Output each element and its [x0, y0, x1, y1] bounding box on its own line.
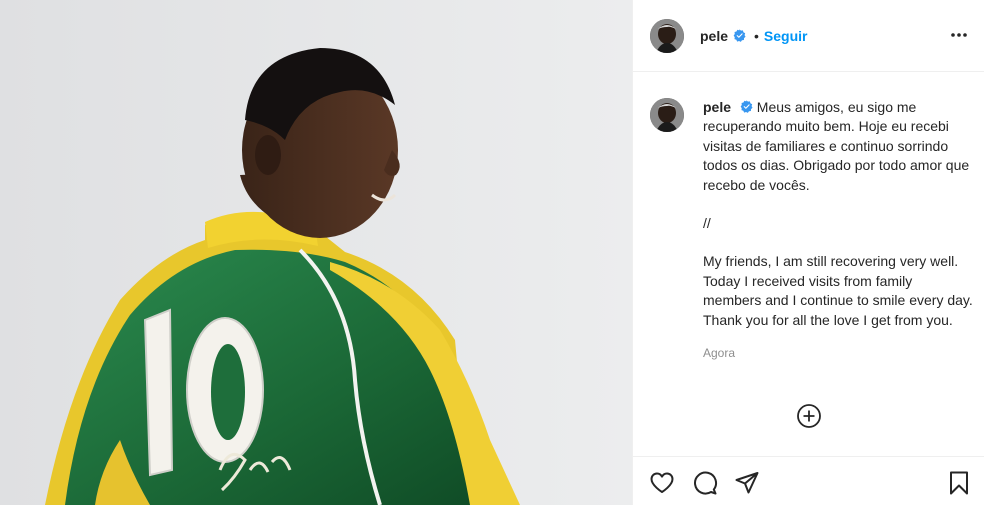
comments-section: pele Meus amigos, eu sigo me recuperando… — [633, 72, 984, 456]
verified-badge-icon — [733, 29, 746, 42]
follow-button[interactable]: Seguir — [764, 28, 808, 44]
verified-badge-icon — [740, 100, 753, 113]
plus-circle-icon[interactable] — [796, 403, 822, 429]
profile-picture — [650, 98, 684, 132]
more-options-icon[interactable] — [950, 26, 968, 44]
separator-dot: • — [754, 27, 759, 44]
caption-divider: // — [703, 215, 711, 232]
share-icon[interactable] — [734, 470, 760, 496]
caption-portuguese: Meus amigos, eu sigo me recuperando muit… — [703, 99, 970, 193]
avatar[interactable] — [650, 18, 684, 53]
instagram-post: pele • Seguir pele Meus amigos, eu sigo … — [0, 0, 984, 505]
post-header: pele • Seguir — [633, 0, 984, 72]
header-username[interactable]: pele — [700, 28, 728, 44]
caption-avatar[interactable] — [650, 98, 684, 132]
caption-username[interactable]: pele — [703, 99, 731, 115]
action-bar — [633, 456, 984, 505]
bookmark-icon[interactable] — [946, 470, 972, 496]
caption-english: My friends, I am still recovering very w… — [703, 253, 973, 328]
comment-icon[interactable] — [692, 470, 718, 496]
pele-jersey-photo — [0, 0, 632, 505]
post-photo[interactable] — [0, 0, 632, 505]
post-side-panel: pele • Seguir pele Meus amigos, eu sigo … — [632, 0, 984, 505]
profile-picture — [650, 18, 684, 53]
caption-text: pele Meus amigos, eu sigo me recuperando… — [703, 98, 973, 363]
post-timestamp[interactable]: Agora — [703, 344, 973, 363]
heart-icon[interactable] — [649, 470, 675, 496]
